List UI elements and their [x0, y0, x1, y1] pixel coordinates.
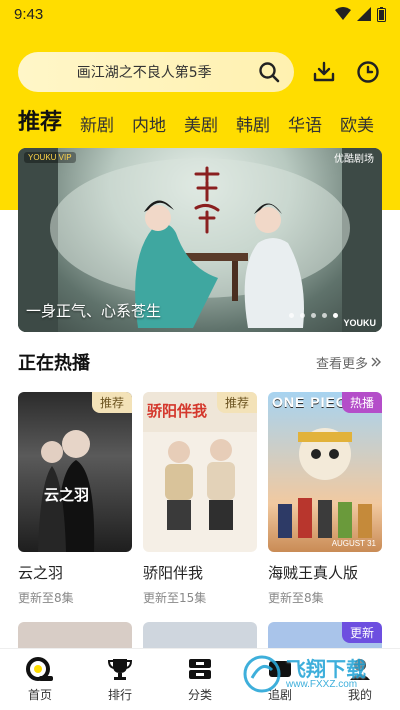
tab-mainland[interactable]: 内地 — [132, 111, 166, 136]
tab-chinese[interactable]: 华语 — [288, 111, 322, 136]
nav-label-ranking: 排行 — [107, 688, 132, 702]
trophy-icon — [107, 659, 133, 680]
battery-icon — [377, 6, 386, 22]
category-icon — [189, 659, 211, 679]
section-header: 正在热播 查看更多 — [18, 348, 382, 376]
card-title: 云之羽 — [18, 564, 64, 582]
search-row: 画江湖之不良人第5季 — [18, 52, 382, 92]
banner-caption: 一身正气、心系苍生 — [26, 302, 162, 320]
watermark-url: www.FXXZ.com — [286, 678, 358, 690]
now-playing-list: 云之羽 推荐 云之羽 更新至8集 骄阳伴我 推荐 骄阳伴我 更新至15集 ONE… — [18, 392, 382, 606]
poster-image: 云之羽 推荐 — [18, 392, 132, 552]
youku-logo: YOUKU — [343, 318, 376, 328]
search-icon[interactable] — [256, 59, 282, 85]
nav-home[interactable]: 首页 — [0, 649, 80, 710]
poster-title-text: 骄阳伴我 — [147, 402, 208, 420]
card-episode-status: 更新至8集 — [18, 591, 74, 605]
see-more-label: 查看更多 — [315, 356, 368, 372]
tab-recommend[interactable]: 推荐 — [18, 104, 62, 136]
section-title: 正在热播 — [18, 353, 90, 374]
poster-art — [38, 430, 95, 552]
nav-ranking[interactable]: 排行 — [80, 649, 160, 710]
status-bar: 9:43 — [0, 0, 400, 28]
double-chevron-right-icon — [371, 357, 381, 367]
nav-label-category: 分类 — [187, 688, 212, 702]
system-icons — [335, 6, 386, 22]
nav-category[interactable]: 分类 — [160, 649, 240, 710]
wifi-icon — [335, 7, 351, 20]
carousel-dot[interactable] — [300, 313, 305, 318]
poster-image: ONE PIECE AUGUST 31 热播 — [268, 392, 382, 552]
poster-art — [278, 428, 372, 538]
card-episode-status: 更新至8集 — [268, 591, 324, 605]
carousel-dot[interactable] — [322, 313, 327, 318]
theater-logo: 优酷剧场 — [334, 154, 374, 165]
card-title: 骄阳伴我 — [143, 564, 204, 582]
nav-label-home: 首页 — [27, 688, 52, 702]
category-tabs: 推荐 新剧 内地 美剧 韩剧 华语 欧美 — [18, 104, 374, 136]
status-time: 9:43 — [14, 5, 44, 23]
card-title: 海贼王真人版 — [268, 564, 359, 582]
hero-banner[interactable]: YOUKU VIP 优酷剧场 一身正气、心系苍生 YOUKU — [18, 148, 382, 332]
tab-new-drama[interactable]: 新剧 — [80, 111, 114, 136]
carousel-dot[interactable] — [311, 313, 316, 318]
signal-icon — [357, 7, 371, 21]
carousel-dot-active[interactable] — [333, 313, 338, 318]
poster-release-date: AUGUST 31 — [331, 539, 376, 548]
site-watermark: 飞翔下载 www.FXXZ.com — [242, 650, 392, 698]
tab-western[interactable]: 欧美 — [340, 111, 374, 136]
tab-us-drama[interactable]: 美剧 — [184, 111, 218, 136]
carousel-dot[interactable] — [289, 313, 294, 318]
history-clock-icon[interactable] — [354, 58, 382, 86]
vip-logo: YOUKU VIP — [24, 152, 76, 163]
see-more-link[interactable]: 查看更多 — [316, 353, 382, 372]
poster-title-text: 云之羽 — [44, 486, 90, 504]
search-input[interactable]: 画江湖之不良人第5季 — [32, 62, 256, 82]
watermark-logo-icon — [243, 655, 281, 693]
search-box[interactable]: 画江湖之不良人第5季 — [18, 52, 295, 92]
download-icon[interactable] — [310, 58, 338, 86]
card-episode-status: 更新至15集 — [143, 591, 207, 605]
show-card[interactable]: ONE PIECE AUGUST 31 热播 海贼王真人版 更新至8集 — [268, 392, 382, 606]
recommend-badge: 推荐 — [91, 392, 132, 413]
poster-image: 骄阳伴我 推荐 — [143, 392, 257, 552]
tab-korean-drama[interactable]: 韩剧 — [236, 111, 270, 136]
update-badge: 更新 — [341, 622, 382, 643]
show-title-art — [194, 166, 220, 234]
show-card[interactable]: 骄阳伴我 推荐 骄阳伴我 更新至15集 — [143, 392, 257, 606]
recommend-badge: 推荐 — [216, 392, 257, 413]
carousel-indicator[interactable] — [289, 313, 338, 318]
hot-badge: 热播 — [341, 392, 382, 413]
home-icon — [26, 657, 53, 681]
watermark-text: 飞翔下载 — [286, 656, 366, 681]
show-card[interactable]: 云之羽 推荐 云之羽 更新至8集 — [18, 392, 132, 606]
